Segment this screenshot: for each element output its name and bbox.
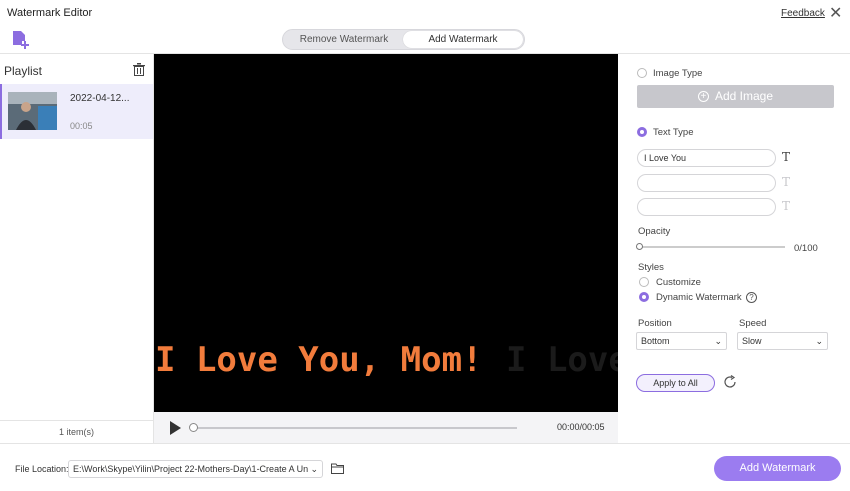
opacity-value: 0/100 [794,243,818,254]
video-thumbnail [8,92,57,130]
image-type-radio[interactable] [637,68,647,78]
watermark-text-input-2[interactable] [637,174,776,192]
watermark-text-input-1[interactable] [637,149,776,167]
chevron-down-icon: ⌄ [815,336,823,346]
folder-icon[interactable] [331,463,344,474]
time-display: 00:00/00:05 [557,422,605,432]
add-file-icon[interactable] [11,30,31,50]
watermark-text-input-3[interactable] [637,198,776,216]
play-icon[interactable] [170,421,181,435]
playlist-item-name: 2022-04-12... [70,93,130,104]
add-image-label: Add Image [714,89,774,103]
speed-dropdown[interactable]: Slow ⌄ [737,332,828,350]
customize-radio[interactable] [639,277,649,287]
chevron-down-icon: ⌄ [714,336,722,346]
item-count: 1 item(s) [0,420,153,443]
trash-icon[interactable] [133,63,145,76]
apply-to-all-button[interactable]: Apply to All [636,374,715,392]
opacity-label: Opacity [638,226,671,237]
seek-bar[interactable] [189,423,517,432]
close-icon[interactable]: ✕ [829,3,842,23]
customize-label: Customize [656,277,701,288]
dynamic-watermark-radio[interactable] [639,292,649,302]
speed-label: Speed [739,318,767,329]
add-image-button[interactable]: + Add Image [637,85,834,108]
position-dropdown[interactable]: Bottom ⌄ [636,332,727,350]
seek-handle[interactable] [189,423,198,432]
title-bar: Watermark Editor Feedback ✕ [0,0,850,26]
playlist-panel: Playlist 2022-04-12... 00:05 1 item(s) [0,54,154,443]
text-style-icon[interactable]: T [782,175,790,189]
text-style-icon[interactable]: T [782,150,790,164]
watermark-ghost-text: I Love [506,340,618,380]
watermark-text[interactable]: I Love You, Mom! [155,340,483,380]
chevron-down-icon: ⌄ [308,461,318,477]
text-type-label: Text Type [653,127,694,138]
position-label: Position [638,318,672,329]
playlist-item-duration: 00:05 [70,121,93,131]
playlist-title: Playlist [4,64,43,78]
text-type-radio[interactable] [637,127,647,137]
help-icon[interactable]: ? [746,292,757,303]
file-location-dropdown[interactable]: E:\Work\Skype\Yilin\Project 22-Mothers-D… [68,460,323,478]
video-preview[interactable]: I Love I Love You, Mom! [154,54,618,412]
position-value: Bottom [641,336,670,346]
file-location-path: E:\Work\Skype\Yilin\Project 22-Mothers-D… [73,464,309,474]
watermark-settings-panel: Image Type + Add Image Text Type T T T Op… [618,54,850,443]
opacity-slider[interactable] [636,243,785,250]
feedback-link[interactable]: Feedback [781,8,825,19]
reset-icon[interactable] [722,374,738,390]
plus-icon: + [697,91,709,102]
file-location-label: File Location: [15,464,69,474]
player-controls: 00:00/00:05 [154,412,618,443]
styles-label: Styles [638,262,664,273]
add-watermark-button[interactable]: Add Watermark [714,456,841,481]
mode-switch: Remove Watermark Add Watermark [282,29,525,50]
speed-value: Slow [742,336,762,346]
image-type-label: Image Type [653,68,703,79]
window-title: Watermark Editor [7,7,93,19]
opacity-slider-handle[interactable] [636,243,643,250]
footer-bar: File Location: E:\Work\Skype\Yilin\Proje… [0,443,850,491]
toolbar: Remove Watermark Add Watermark [0,26,850,54]
playlist-item[interactable]: 2022-04-12... 00:05 [0,84,153,139]
tab-add-watermark[interactable]: Add Watermark [403,31,523,48]
tab-remove-watermark[interactable]: Remove Watermark [285,31,403,48]
dynamic-watermark-label: Dynamic Watermark [656,292,742,303]
text-style-icon[interactable]: T [782,199,790,213]
